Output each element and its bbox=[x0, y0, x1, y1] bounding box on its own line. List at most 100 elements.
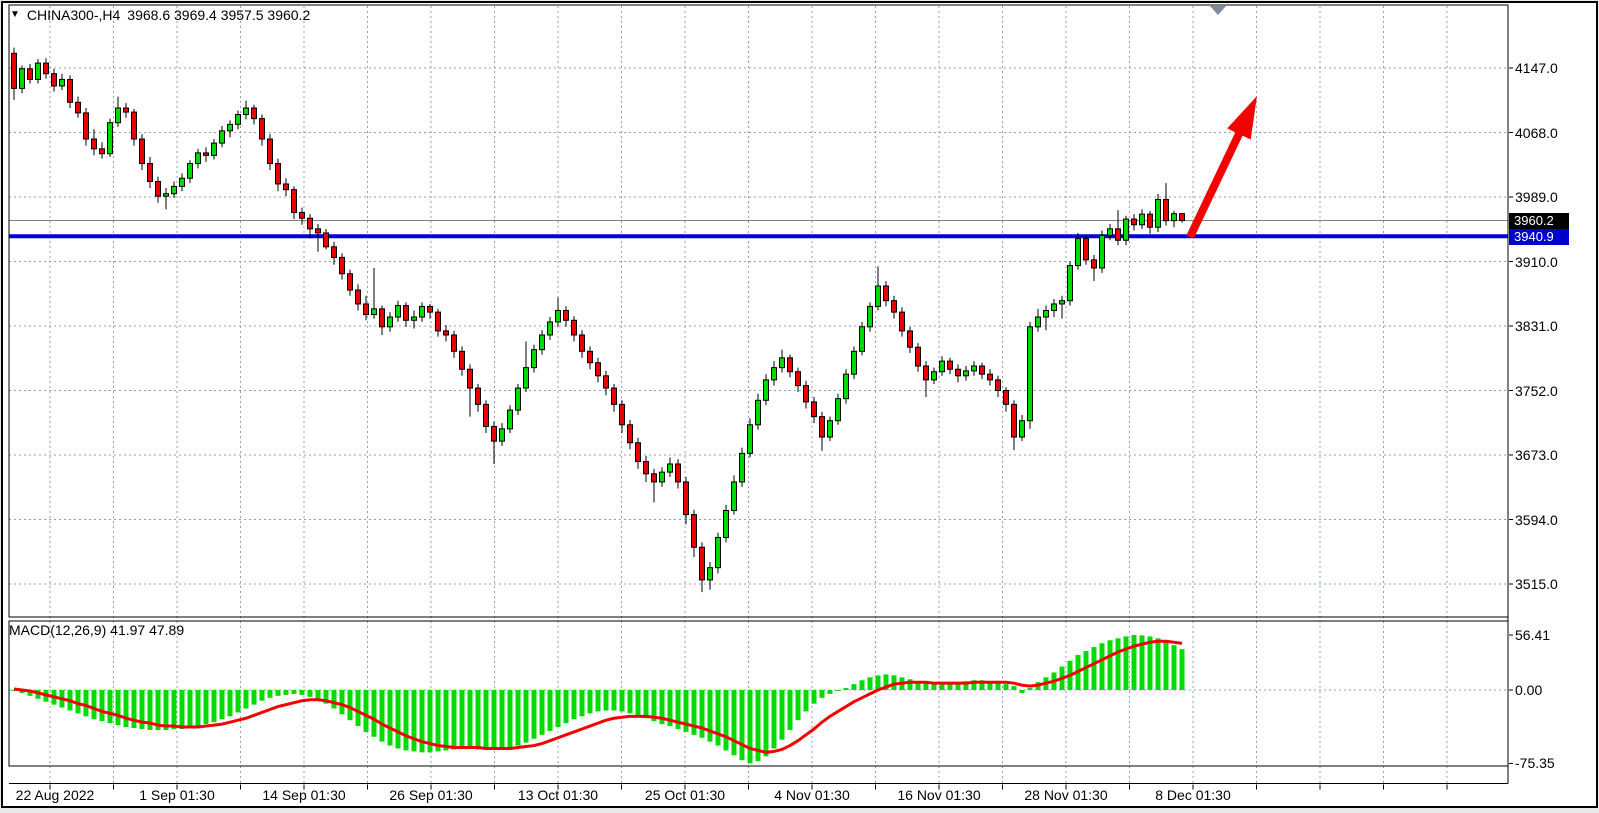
candle-body bbox=[532, 350, 537, 368]
chart-canvas[interactable] bbox=[0, 0, 1599, 813]
candle-body bbox=[452, 335, 457, 351]
macd-histogram-bar bbox=[692, 690, 697, 735]
candle-body bbox=[276, 164, 281, 184]
time-axis-label: 14 Sep 01:30 bbox=[262, 787, 345, 803]
candle-body bbox=[932, 372, 937, 380]
macd-histogram-bar bbox=[404, 690, 409, 750]
candle-body bbox=[156, 181, 161, 196]
macd-histogram-bar bbox=[1084, 651, 1089, 690]
candle-body bbox=[676, 464, 681, 482]
trading-chart-window: { "window": { "dropdown_icon": "▼", "sym… bbox=[0, 0, 1599, 813]
candle-body bbox=[308, 218, 313, 229]
candle-body bbox=[68, 79, 73, 102]
candle-body bbox=[732, 482, 737, 511]
macd-histogram-bar bbox=[348, 690, 353, 720]
candle-body bbox=[596, 363, 601, 376]
macd-histogram-bar bbox=[356, 690, 361, 726]
macd-signal-value: 47.89 bbox=[149, 622, 184, 638]
macd-histogram-bar bbox=[388, 690, 393, 746]
macd-histogram-bar bbox=[164, 690, 169, 730]
candle-body bbox=[52, 74, 57, 86]
macd-histogram-bar bbox=[196, 690, 201, 726]
macd-histogram-bar bbox=[700, 690, 705, 738]
time-axis-label: 1 Sep 01:30 bbox=[139, 787, 215, 803]
candle-body bbox=[444, 331, 449, 335]
macd-histogram-bar bbox=[436, 690, 441, 751]
macd-histogram-bar bbox=[108, 690, 113, 723]
candle-body bbox=[124, 108, 129, 112]
current-price-tag: 3960.2 bbox=[1509, 213, 1569, 229]
candle-body bbox=[876, 286, 881, 306]
candle-body bbox=[612, 388, 617, 404]
macd-histogram-bar bbox=[332, 690, 337, 709]
candle-body bbox=[1068, 266, 1073, 301]
macd-histogram-bar bbox=[924, 683, 929, 690]
candle-body bbox=[220, 131, 225, 143]
candle-body bbox=[780, 358, 785, 368]
candle-body bbox=[972, 366, 977, 371]
macd-histogram-bar bbox=[860, 680, 865, 690]
candle-body bbox=[516, 388, 521, 410]
macd-histogram-bar bbox=[1172, 645, 1177, 690]
macd-histogram-bar bbox=[468, 690, 473, 748]
macd-histogram-bar bbox=[868, 677, 873, 690]
candle-body bbox=[764, 380, 769, 400]
macd-histogram-bar bbox=[788, 690, 793, 730]
macd-histogram-bar bbox=[484, 690, 489, 749]
candle-body bbox=[620, 404, 625, 424]
candle-body bbox=[1044, 310, 1049, 317]
candle-body bbox=[84, 113, 89, 139]
candle-body bbox=[140, 139, 145, 163]
time-axis-label: 26 Sep 01:30 bbox=[389, 787, 472, 803]
candle-body bbox=[204, 153, 209, 155]
macd-histogram-bar bbox=[628, 690, 633, 713]
candle-body bbox=[108, 123, 113, 154]
candle-body bbox=[844, 374, 849, 398]
macd-histogram-bar bbox=[452, 690, 457, 749]
candle-body bbox=[188, 164, 193, 179]
macd-histogram-bar bbox=[220, 690, 225, 719]
time-axis-label: 28 Nov 01:30 bbox=[1024, 787, 1107, 803]
candle-body bbox=[1020, 421, 1025, 437]
price-axis-label: 3989.0 bbox=[1515, 189, 1558, 205]
candle-body bbox=[300, 213, 305, 219]
candle-body bbox=[492, 426, 497, 441]
candle-body bbox=[100, 149, 105, 154]
candle-body bbox=[228, 124, 233, 131]
candle-body bbox=[468, 369, 473, 388]
macd-histogram-bar bbox=[1164, 641, 1169, 690]
candle-body bbox=[588, 351, 593, 362]
macd-histogram-bar bbox=[1092, 647, 1097, 690]
macd-histogram-bar bbox=[276, 690, 281, 696]
time-axis-label: 4 Nov 01:30 bbox=[774, 787, 850, 803]
macd-value: 41.97 bbox=[110, 622, 145, 638]
macd-histogram-bar bbox=[852, 684, 857, 690]
candle-body bbox=[1180, 214, 1185, 221]
candle-body bbox=[684, 482, 689, 515]
macd-histogram-bar bbox=[572, 690, 577, 719]
candle-body bbox=[1028, 327, 1033, 421]
macd-histogram-bar bbox=[268, 690, 273, 698]
macd-histogram-bar bbox=[100, 690, 105, 721]
candle-body bbox=[884, 286, 889, 301]
macd-histogram-bar bbox=[236, 690, 241, 712]
candle-body bbox=[460, 351, 465, 369]
candle-body bbox=[892, 301, 897, 312]
candle-body bbox=[1156, 199, 1161, 227]
candle-body bbox=[524, 368, 529, 388]
macd-histogram-bar bbox=[116, 690, 121, 725]
candle-body bbox=[924, 366, 929, 380]
time-axis-label: 25 Oct 01:30 bbox=[645, 787, 725, 803]
candle-body bbox=[1124, 219, 1129, 240]
candle-body bbox=[772, 368, 777, 380]
candle-body bbox=[476, 388, 481, 404]
candle-body bbox=[132, 112, 137, 139]
macd-histogram-bar bbox=[716, 690, 721, 746]
hline-price-tag: 3940.9 bbox=[1509, 229, 1569, 245]
candle-body bbox=[260, 119, 265, 139]
macd-histogram-bar bbox=[1132, 635, 1137, 690]
time-axis-label: 22 Aug 2022 bbox=[16, 787, 95, 803]
macd-histogram-bar bbox=[532, 690, 537, 739]
macd-histogram-bar bbox=[780, 690, 785, 740]
macd-histogram-bar bbox=[364, 690, 369, 732]
